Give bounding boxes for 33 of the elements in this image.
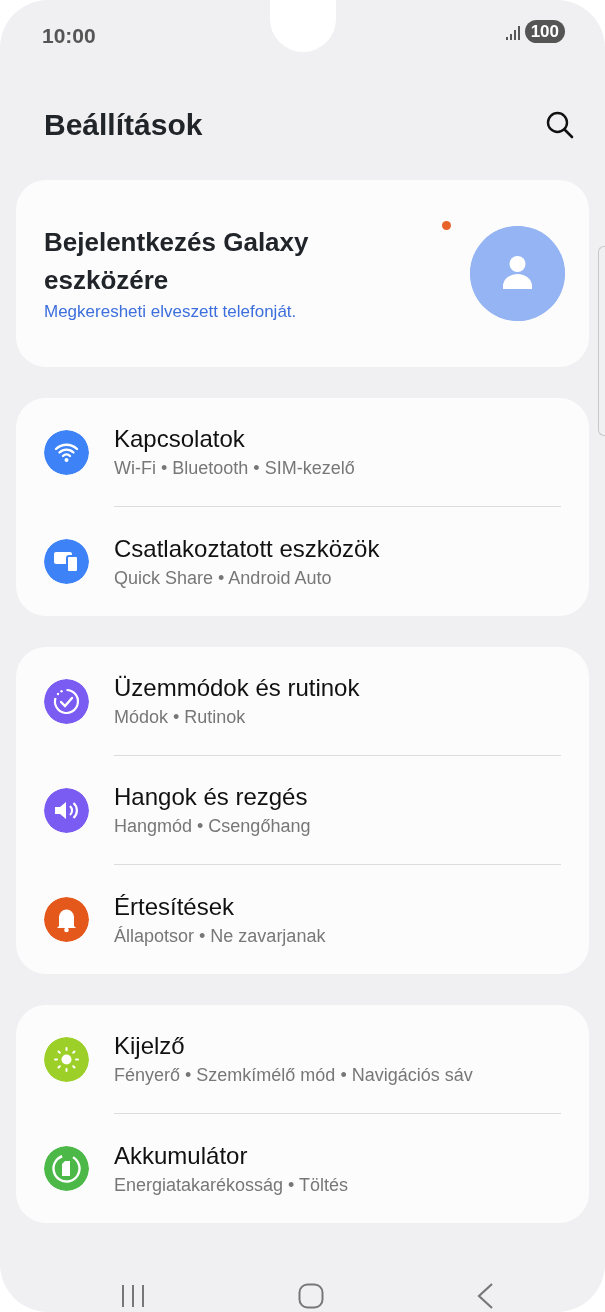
- clock: 10:00: [42, 23, 96, 49]
- item-subtitle: Quick Share • Android Auto: [114, 566, 333, 590]
- item-subtitle: Fényerő • Szemkímélő mód • Navigációs sáv: [114, 1064, 474, 1087]
- account-title: Bejelentkezés Galaxy eszközére: [44, 225, 310, 297]
- settings-item[interactable]: Kapcsolatok Wi-Fi • Bluetooth • SIM-kezelő: [16, 398, 589, 507]
- settings-item[interactable]: Kijelző Fényerő • Szemkímélő mód • Navigációs sáv: [16, 1005, 589, 1114]
- signal-icon: [504, 23, 521, 40]
- page-title: Beállítások: [44, 107, 203, 143]
- account-subtitle: Megkeresheti elveszett telefonját.: [44, 300, 298, 323]
- avatar-icon: [470, 226, 565, 321]
- search-icon[interactable]: [545, 110, 575, 140]
- item-title: Akkumulátor: [114, 1140, 249, 1171]
- item-subtitle: Állapotsor • Ne zavarjanak: [114, 924, 327, 948]
- item-title: Üzemmódok és rutinok: [114, 673, 361, 703]
- settings-item[interactable]: Üzemmódok és rutinok Módok • Rutinok: [16, 647, 589, 756]
- item-title: Csatlakoztatott eszközök: [114, 533, 381, 564]
- recent-apps-icon[interactable]: [120, 1284, 146, 1308]
- settings-item[interactable]: Csatlakoztatott eszközök Quick Share • Android Auto: [16, 507, 589, 616]
- settings-item[interactable]: Hangok és rezgés Hangmód • Csengőhang: [16, 756, 589, 865]
- settings-item[interactable]: Akkumulátor Energiatakarékosság • Töltés: [16, 1114, 589, 1223]
- account-card[interactable]: Bejelentkezés Galaxy eszközére Megkeresheti elveszett telefonját.: [16, 180, 589, 367]
- home-icon[interactable]: [297, 1283, 324, 1309]
- item-subtitle: Wi-Fi • Bluetooth • SIM-kezelő: [114, 457, 356, 480]
- item-subtitle: Hangmód • Csengőhang: [114, 815, 312, 838]
- item-subtitle: Módok • Rutinok: [114, 706, 247, 729]
- back-icon[interactable]: [475, 1282, 495, 1310]
- item-title: Kijelző: [114, 1031, 186, 1061]
- item-title: Értesítések: [114, 891, 236, 922]
- battery-level: 100: [524, 20, 565, 43]
- item-subtitle: Energiatakarékosság • Töltés: [114, 1173, 350, 1197]
- item-title: Hangok és rezgés: [114, 782, 309, 812]
- settings-item[interactable]: Értesítések Állapotsor • Ne zavarjanak: [16, 865, 589, 974]
- item-title: Kapcsolatok: [114, 424, 246, 454]
